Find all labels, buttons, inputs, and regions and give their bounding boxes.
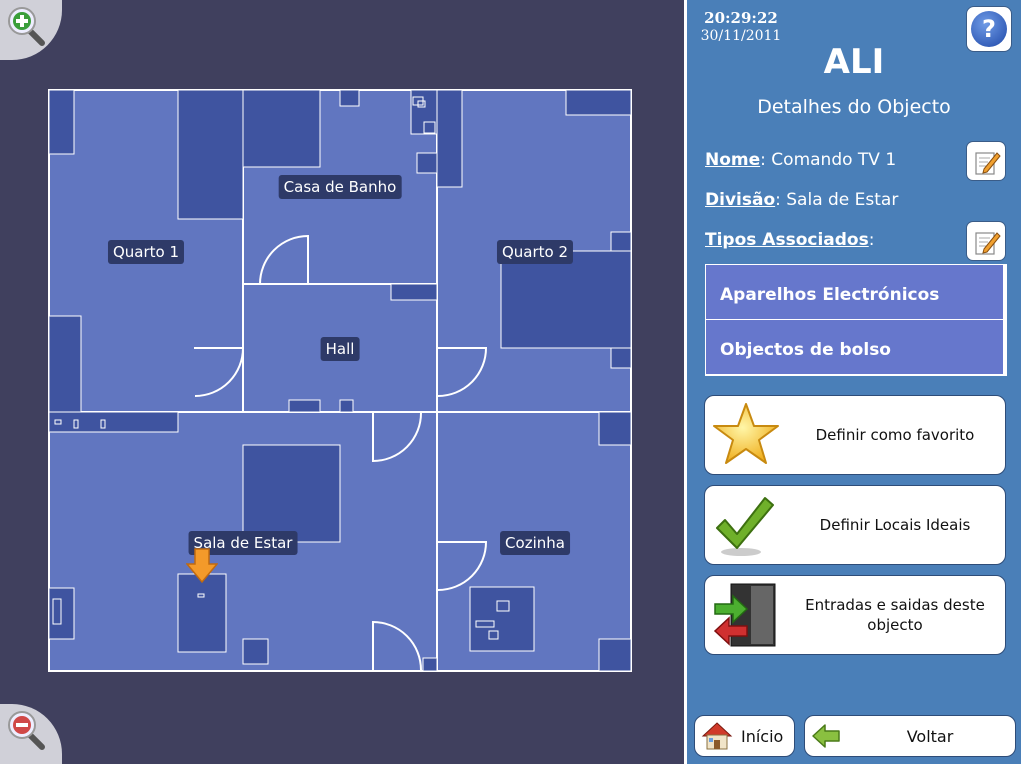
- details-panel: 20:29:22 30/11/2011 ? ALI Detalhes do Ob…: [684, 0, 1021, 764]
- checkmark-icon: [716, 497, 774, 556]
- furniture: [339, 399, 354, 413]
- furniture: [48, 315, 82, 413]
- down-arrow-icon: [186, 548, 218, 584]
- name-value: Comando TV 1: [771, 150, 897, 170]
- edit-icon: [975, 152, 1001, 175]
- furniture: [177, 89, 244, 220]
- set-favorite-button[interactable]: Definir como favorito: [704, 395, 1006, 475]
- furniture: [598, 638, 632, 672]
- furniture: [610, 347, 632, 369]
- furniture: [242, 89, 321, 168]
- room-label[interactable]: Quarto 2: [496, 240, 574, 264]
- zoom-out-icon: [8, 711, 45, 750]
- types-field: Tipos Associados:: [705, 230, 875, 250]
- furniture: [288, 399, 321, 413]
- furniture: [598, 411, 632, 446]
- type-list-item[interactable]: Objectos de bolso: [706, 320, 1003, 375]
- furniture: [242, 638, 269, 665]
- star-icon: [713, 403, 779, 464]
- furniture: [500, 250, 632, 349]
- entries-exits-button[interactable]: Entradas e saidas deste objecto: [704, 575, 1006, 655]
- furniture: [436, 89, 463, 188]
- back-button[interactable]: Voltar: [804, 715, 1016, 757]
- name-label: Nome: [705, 150, 761, 170]
- room-label[interactable]: Hall: [320, 337, 360, 361]
- division-label: Divisão: [705, 190, 776, 210]
- floor-map-area[interactable]: Quarto 1 Casa de Banho Quarto 2 Hall Sal…: [0, 0, 684, 764]
- entries-exits-label: Entradas e saidas deste objecto: [805, 596, 985, 634]
- room-label[interactable]: Casa de Banho: [278, 175, 402, 199]
- division-field: Divisão: Sala de Estar: [705, 190, 899, 210]
- furniture: [339, 89, 360, 107]
- edit-name-button[interactable]: [966, 141, 1006, 181]
- zoom-in-button[interactable]: [0, 0, 62, 60]
- furniture: [565, 89, 632, 116]
- door-in-out-icon: [713, 583, 776, 647]
- home-icon: [701, 722, 733, 750]
- type-list-item[interactable]: Aparelhos Electrónicos: [706, 265, 1003, 320]
- room-label[interactable]: Cozinha: [500, 531, 570, 555]
- back-label: Voltar: [906, 726, 954, 746]
- types-label: Tipos Associados: [705, 230, 869, 250]
- clock-time: 20:29:22: [704, 9, 778, 27]
- furniture: [242, 444, 341, 543]
- set-ideal-locations-button[interactable]: Definir Locais Ideais: [704, 485, 1006, 565]
- page-subtitle: Detalhes do Objecto: [757, 96, 951, 118]
- furniture: [422, 657, 438, 672]
- furniture: [177, 573, 227, 653]
- room-label[interactable]: Quarto 1: [107, 240, 185, 264]
- set-favorite-label: Definir como favorito: [815, 426, 975, 444]
- division-value: Sala de Estar: [786, 190, 899, 210]
- furniture: [48, 411, 179, 433]
- furniture: [469, 586, 535, 652]
- furniture: [390, 283, 438, 301]
- app-title: ALI: [823, 42, 885, 82]
- furniture: [610, 231, 632, 252]
- edit-icon: [975, 232, 1001, 255]
- zoom-out-button[interactable]: [0, 704, 62, 764]
- furniture: [48, 89, 75, 155]
- associated-types-list[interactable]: Aparelhos Electrónicos Objectos de bolso: [705, 264, 1007, 376]
- furniture: [416, 152, 438, 174]
- clock: 20:29:22 30/11/2011: [693, 9, 789, 45]
- home-label: Início: [741, 726, 784, 746]
- home-button[interactable]: Início: [694, 715, 795, 757]
- name-field: Nome: Comando TV 1: [705, 150, 897, 170]
- zoom-in-icon: [8, 7, 45, 46]
- edit-types-button[interactable]: [966, 221, 1006, 261]
- set-ideal-locations-label: Definir Locais Ideais: [819, 516, 971, 534]
